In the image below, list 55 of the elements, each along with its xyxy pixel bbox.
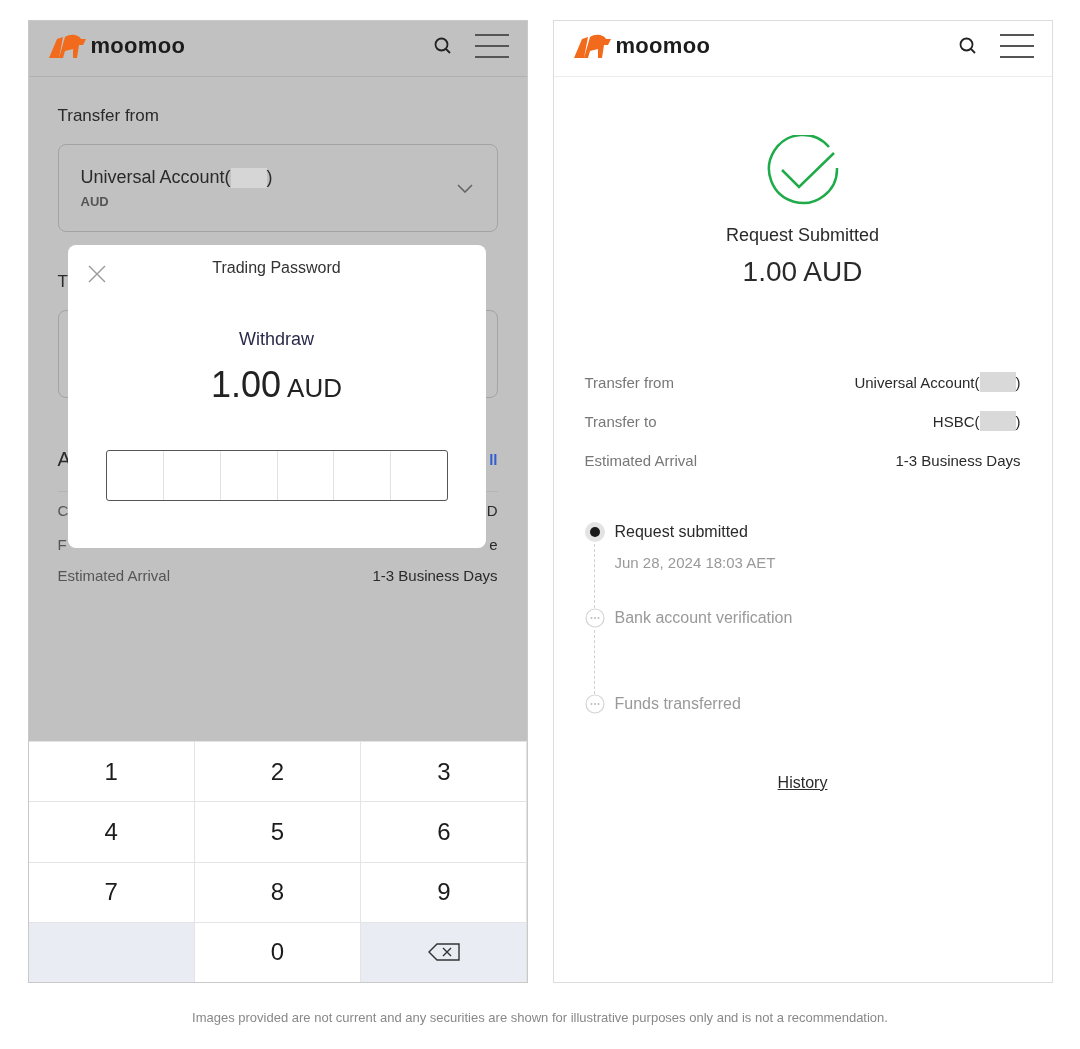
account-name: ) — [266, 167, 273, 188]
keypad-key[interactable]: 2 — [194, 742, 361, 802]
keypad-key[interactable]: 5 — [194, 802, 361, 862]
chevron-down-icon — [456, 183, 473, 193]
password-field[interactable] — [105, 450, 448, 501]
dialog-title: Trading Password — [212, 259, 341, 277]
row-label: C — [57, 502, 69, 519]
keypad-key[interactable]: 4 — [28, 802, 194, 862]
detail-label: Transfer from — [584, 373, 674, 391]
backspace-icon — [427, 943, 460, 962]
keypad-key[interactable]: 8 — [194, 862, 361, 922]
detail-value: ) — [1015, 412, 1021, 430]
account-currency: AUD — [80, 194, 110, 209]
bull-logo-icon — [46, 32, 87, 59]
disclaimer-text: Images provided are not current and any securities are shown for illustrative purposes only and is not a recommendation. — [192, 1010, 888, 1025]
brand-name: moomoo — [90, 32, 186, 59]
detail-value: Universal Account( — [854, 373, 980, 391]
amount-value: 1.00 — [211, 364, 282, 406]
menu-icon[interactable] — [474, 32, 509, 59]
search-icon[interactable] — [957, 35, 978, 56]
menu-icon[interactable] — [999, 32, 1034, 59]
detail-label: Transfer to — [584, 412, 657, 430]
search-icon[interactable] — [432, 35, 453, 56]
row-value: e — [489, 536, 498, 553]
row-label: F — [57, 536, 67, 553]
step-time: Jun 28, 2024 18:03 AET — [614, 554, 776, 571]
status-title: Request Submitted — [725, 225, 880, 246]
bull-logo-icon — [571, 32, 612, 59]
keypad-key[interactable]: 0 — [194, 922, 361, 982]
step-label: Bank account verification — [614, 608, 793, 628]
row-value: D — [486, 502, 498, 519]
keypad-key[interactable]: 7 — [28, 862, 194, 922]
account-name: Universal Account( — [80, 167, 231, 188]
step-label: Funds transferred — [614, 694, 741, 714]
detail-value: HSBC( — [932, 412, 980, 430]
detail-label: Estimated Arrival — [584, 451, 698, 469]
detail-value: ) — [1015, 373, 1021, 391]
keypad-key[interactable]: 3 — [361, 742, 527, 802]
step-label: Request submitted — [614, 522, 749, 542]
brand-name: moomoo — [615, 32, 711, 59]
keypad-key[interactable]: 9 — [361, 862, 527, 922]
action-label: Withdraw — [239, 329, 314, 350]
history-link[interactable]: History — [777, 774, 828, 792]
row-label: Estimated Arrival — [57, 567, 171, 584]
section-label: T — [57, 272, 68, 293]
account-select[interactable]: Universal Account( ) AUD — [57, 144, 498, 232]
keypad-key[interactable]: 6 — [361, 802, 527, 862]
amount-currency: AUD — [287, 373, 342, 404]
backspace-key[interactable] — [361, 922, 527, 982]
row-value: 1-3 Business Days — [372, 567, 498, 584]
amount-value: 1.00 AUD — [742, 256, 863, 288]
detail-value: 1-3 Business Days — [895, 451, 1021, 469]
keypad-key[interactable]: 1 — [28, 742, 194, 802]
close-icon[interactable] — [87, 265, 106, 283]
section-label: Transfer from — [57, 106, 159, 127]
